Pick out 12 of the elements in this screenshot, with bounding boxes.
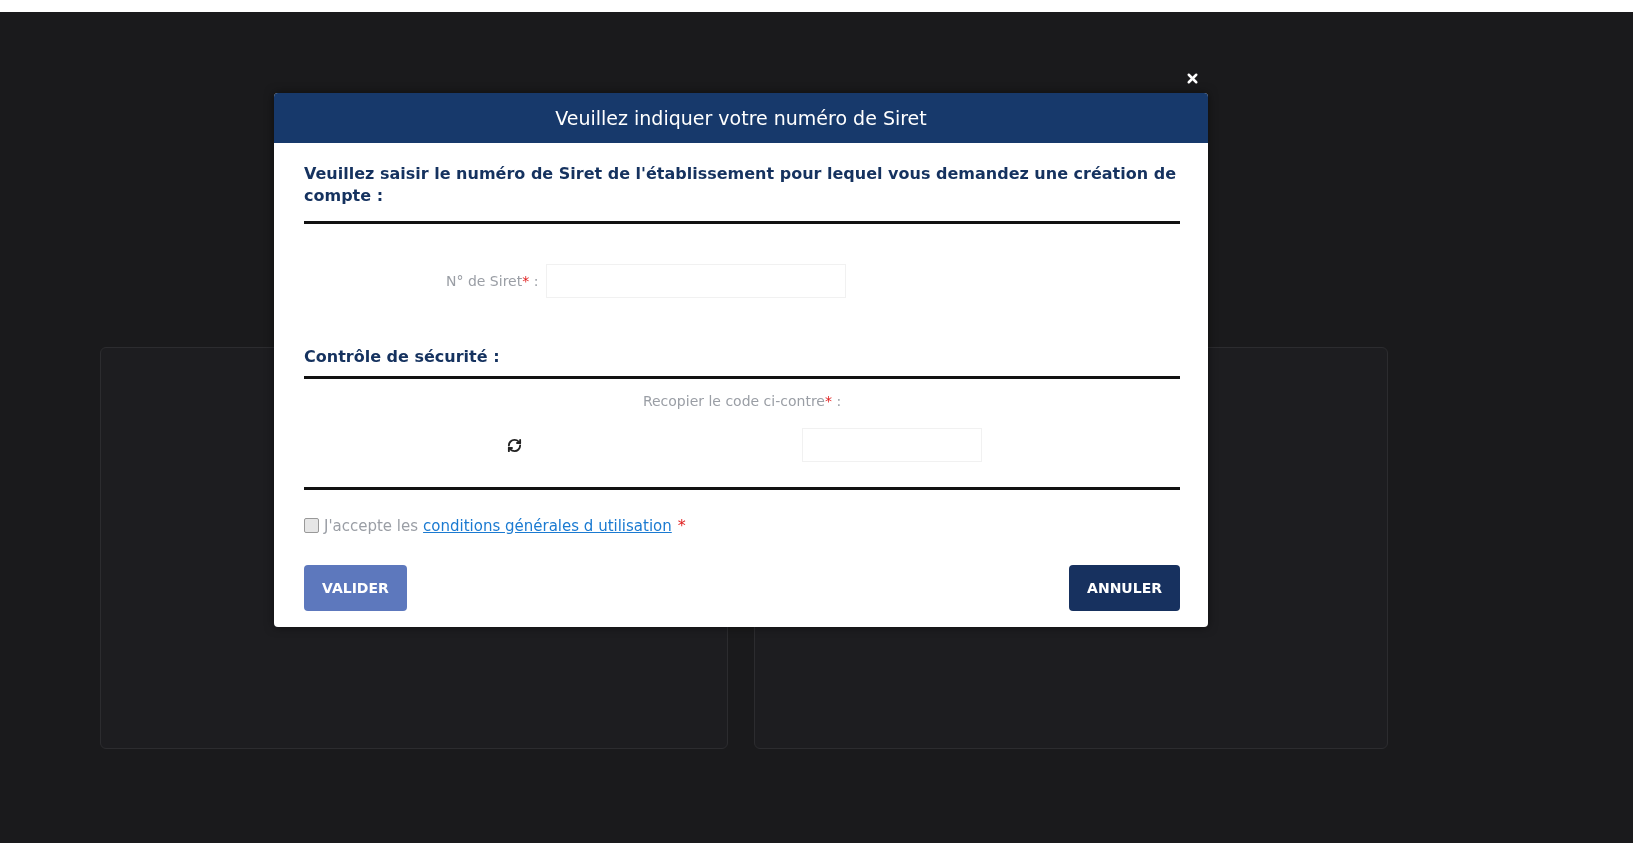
captcha-label: Recopier le code ci-contre* : (642, 393, 842, 409)
close-icon[interactable] (1185, 71, 1200, 86)
section-heading: Contrôle de sécurité : (304, 346, 501, 368)
cancel-button[interactable]: ANNULER (1069, 565, 1180, 611)
terms-text: J'accepte les (324, 516, 419, 535)
dialog-title: Veuillez indiquer votre numéro de Siret (274, 93, 1208, 143)
refresh-icon[interactable] (507, 437, 522, 453)
terms-checkbox[interactable] (304, 518, 319, 533)
terms-link[interactable]: conditions générales d utilisation (423, 516, 672, 535)
intro-heading: Veuillez saisir le numéro de Siret de l'établissement pour lequel vous demandez une création de compte : (304, 163, 1177, 207)
required-mark: * (677, 516, 686, 535)
siret-label: N° de Siret* : (446, 273, 539, 289)
